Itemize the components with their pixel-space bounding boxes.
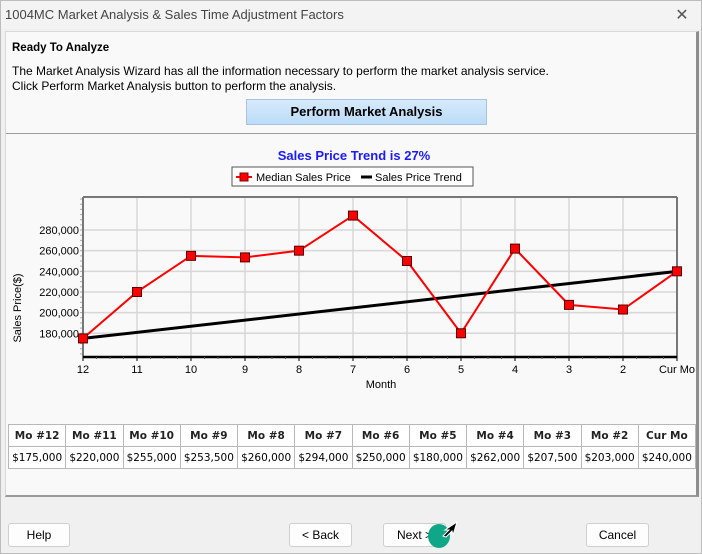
cancel-button[interactable]: Cancel (586, 523, 649, 547)
column-header: Mo #5 (408, 424, 468, 447)
y-tick-label: 180,000 (39, 328, 79, 340)
intro-text-line-2: Click Perform Market Analysis button to … (12, 79, 337, 93)
y-tick-label: 220,000 (39, 287, 79, 299)
help-button[interactable]: Help (8, 523, 70, 547)
sales-price-chart: Sales Price Trend is 27% Median Sales Pr… (12, 148, 695, 391)
x-tick-label: 6 (404, 364, 410, 376)
data-point-marker (672, 266, 682, 277)
y-tick-label: 240,000 (39, 266, 79, 278)
data-point-marker (402, 256, 412, 266)
back-button[interactable]: < Back (289, 523, 352, 547)
x-tick-label: 5 (458, 364, 464, 376)
data-point-marker (78, 333, 88, 344)
y-tick-label: 280,000 (39, 225, 79, 237)
x-tick-label: 4 (512, 364, 518, 376)
column-header: Mo #6 (351, 424, 410, 447)
data-point-marker (186, 250, 196, 261)
y-tick-label: 260,000 (39, 246, 79, 258)
x-tick-label: 7 (350, 364, 356, 376)
x-tick-label: 12 (77, 364, 89, 376)
data-point-marker (618, 304, 628, 315)
column-header: Cur Mo (637, 424, 697, 447)
data-point-marker (132, 286, 142, 297)
data-point-marker (348, 210, 358, 221)
column-header: Mo #4 (465, 424, 525, 447)
column-header: Mo #3 (523, 424, 582, 447)
table-cell: $180,000 (408, 446, 468, 469)
table-cell: $207,500 (523, 446, 582, 469)
table-cell: $240,000 (637, 446, 697, 469)
column-header: Mo #7 (294, 424, 353, 447)
perform-market-analysis-button[interactable]: Perform Market Analysis (246, 99, 487, 125)
intro-text-line-1: The Market Analysis Wizard has all the i… (12, 64, 549, 78)
legend-label-median: Median Sales Price (256, 172, 351, 184)
x-tick-label: 8 (296, 364, 302, 376)
chart-legend: Median Sales Price Sales Price Trend (231, 166, 474, 187)
column-header: Mo #11 (65, 424, 124, 447)
x-tick-label: 10 (185, 364, 197, 376)
legend-label-trend: Sales Price Trend (375, 172, 462, 184)
table-cell: $203,000 (580, 446, 639, 469)
table-row: $175,000 $220,000 $255,000 $253,500 $260,000… (7, 446, 697, 469)
x-tick-label: 9 (242, 364, 248, 376)
table-cell: $260,000 (236, 446, 296, 469)
table-cell: $262,000 (465, 446, 525, 469)
column-header: Mo #12 (7, 424, 67, 447)
table-cell: $220,000 (65, 446, 124, 469)
mouse-pointer-icon (442, 521, 458, 538)
title-bar[interactable]: 1004MC Market Analysis & Sales Time Adju… (1, 1, 701, 29)
x-tick-label: 3 (566, 364, 572, 376)
data-point-marker (240, 252, 250, 263)
plot-area: 180,000 200,000 220,000 240,000 260,000 280,0… (39, 196, 695, 376)
data-point-marker (294, 245, 304, 256)
x-tick-label: 2 (620, 364, 626, 376)
section-heading: Ready To Analyze (12, 42, 110, 54)
x-axis-label: Month (366, 379, 397, 391)
table-cell: $250,000 (351, 446, 410, 469)
column-header: Mo #10 (122, 424, 181, 447)
y-axis-label: Sales Price($) (12, 273, 24, 342)
x-tick-label: 11 (131, 364, 142, 376)
monthly-price-table: Mo #12 Mo #11 Mo #10 Mo #9 Mo #8 Mo #7 Mo #6 Mo… (7, 424, 697, 469)
x-tick-label: Cur Mo (659, 364, 695, 376)
column-header: Mo #9 (179, 424, 239, 447)
chart-title: Sales Price Trend is 27% (278, 148, 431, 163)
column-header: Mo #2 (580, 424, 639, 447)
window-title: 1004MC Market Analysis & Sales Time Adju… (5, 7, 344, 22)
table-cell: $255,000 (122, 446, 181, 469)
table-cell: $175,000 (7, 446, 67, 469)
table-cell: $253,500 (179, 446, 239, 469)
table-header-row: Mo #12 Mo #11 Mo #10 Mo #9 Mo #8 Mo #7 Mo #6 Mo… (7, 424, 697, 447)
table-cell: $294,000 (294, 446, 353, 469)
data-point-marker (456, 328, 466, 339)
wizard-panel: Ready To Analyze The Market Analysis Wiz… (5, 31, 699, 497)
legend-median-marker-icon (239, 172, 249, 182)
dialog-window: 1004MC Market Analysis & Sales Time Adju… (0, 0, 702, 554)
close-icon[interactable]: ✕ (671, 4, 693, 26)
data-point-marker (564, 299, 574, 310)
column-header: Mo #8 (236, 424, 296, 447)
data-point-marker (510, 243, 520, 254)
y-tick-label: 200,000 (39, 308, 79, 320)
